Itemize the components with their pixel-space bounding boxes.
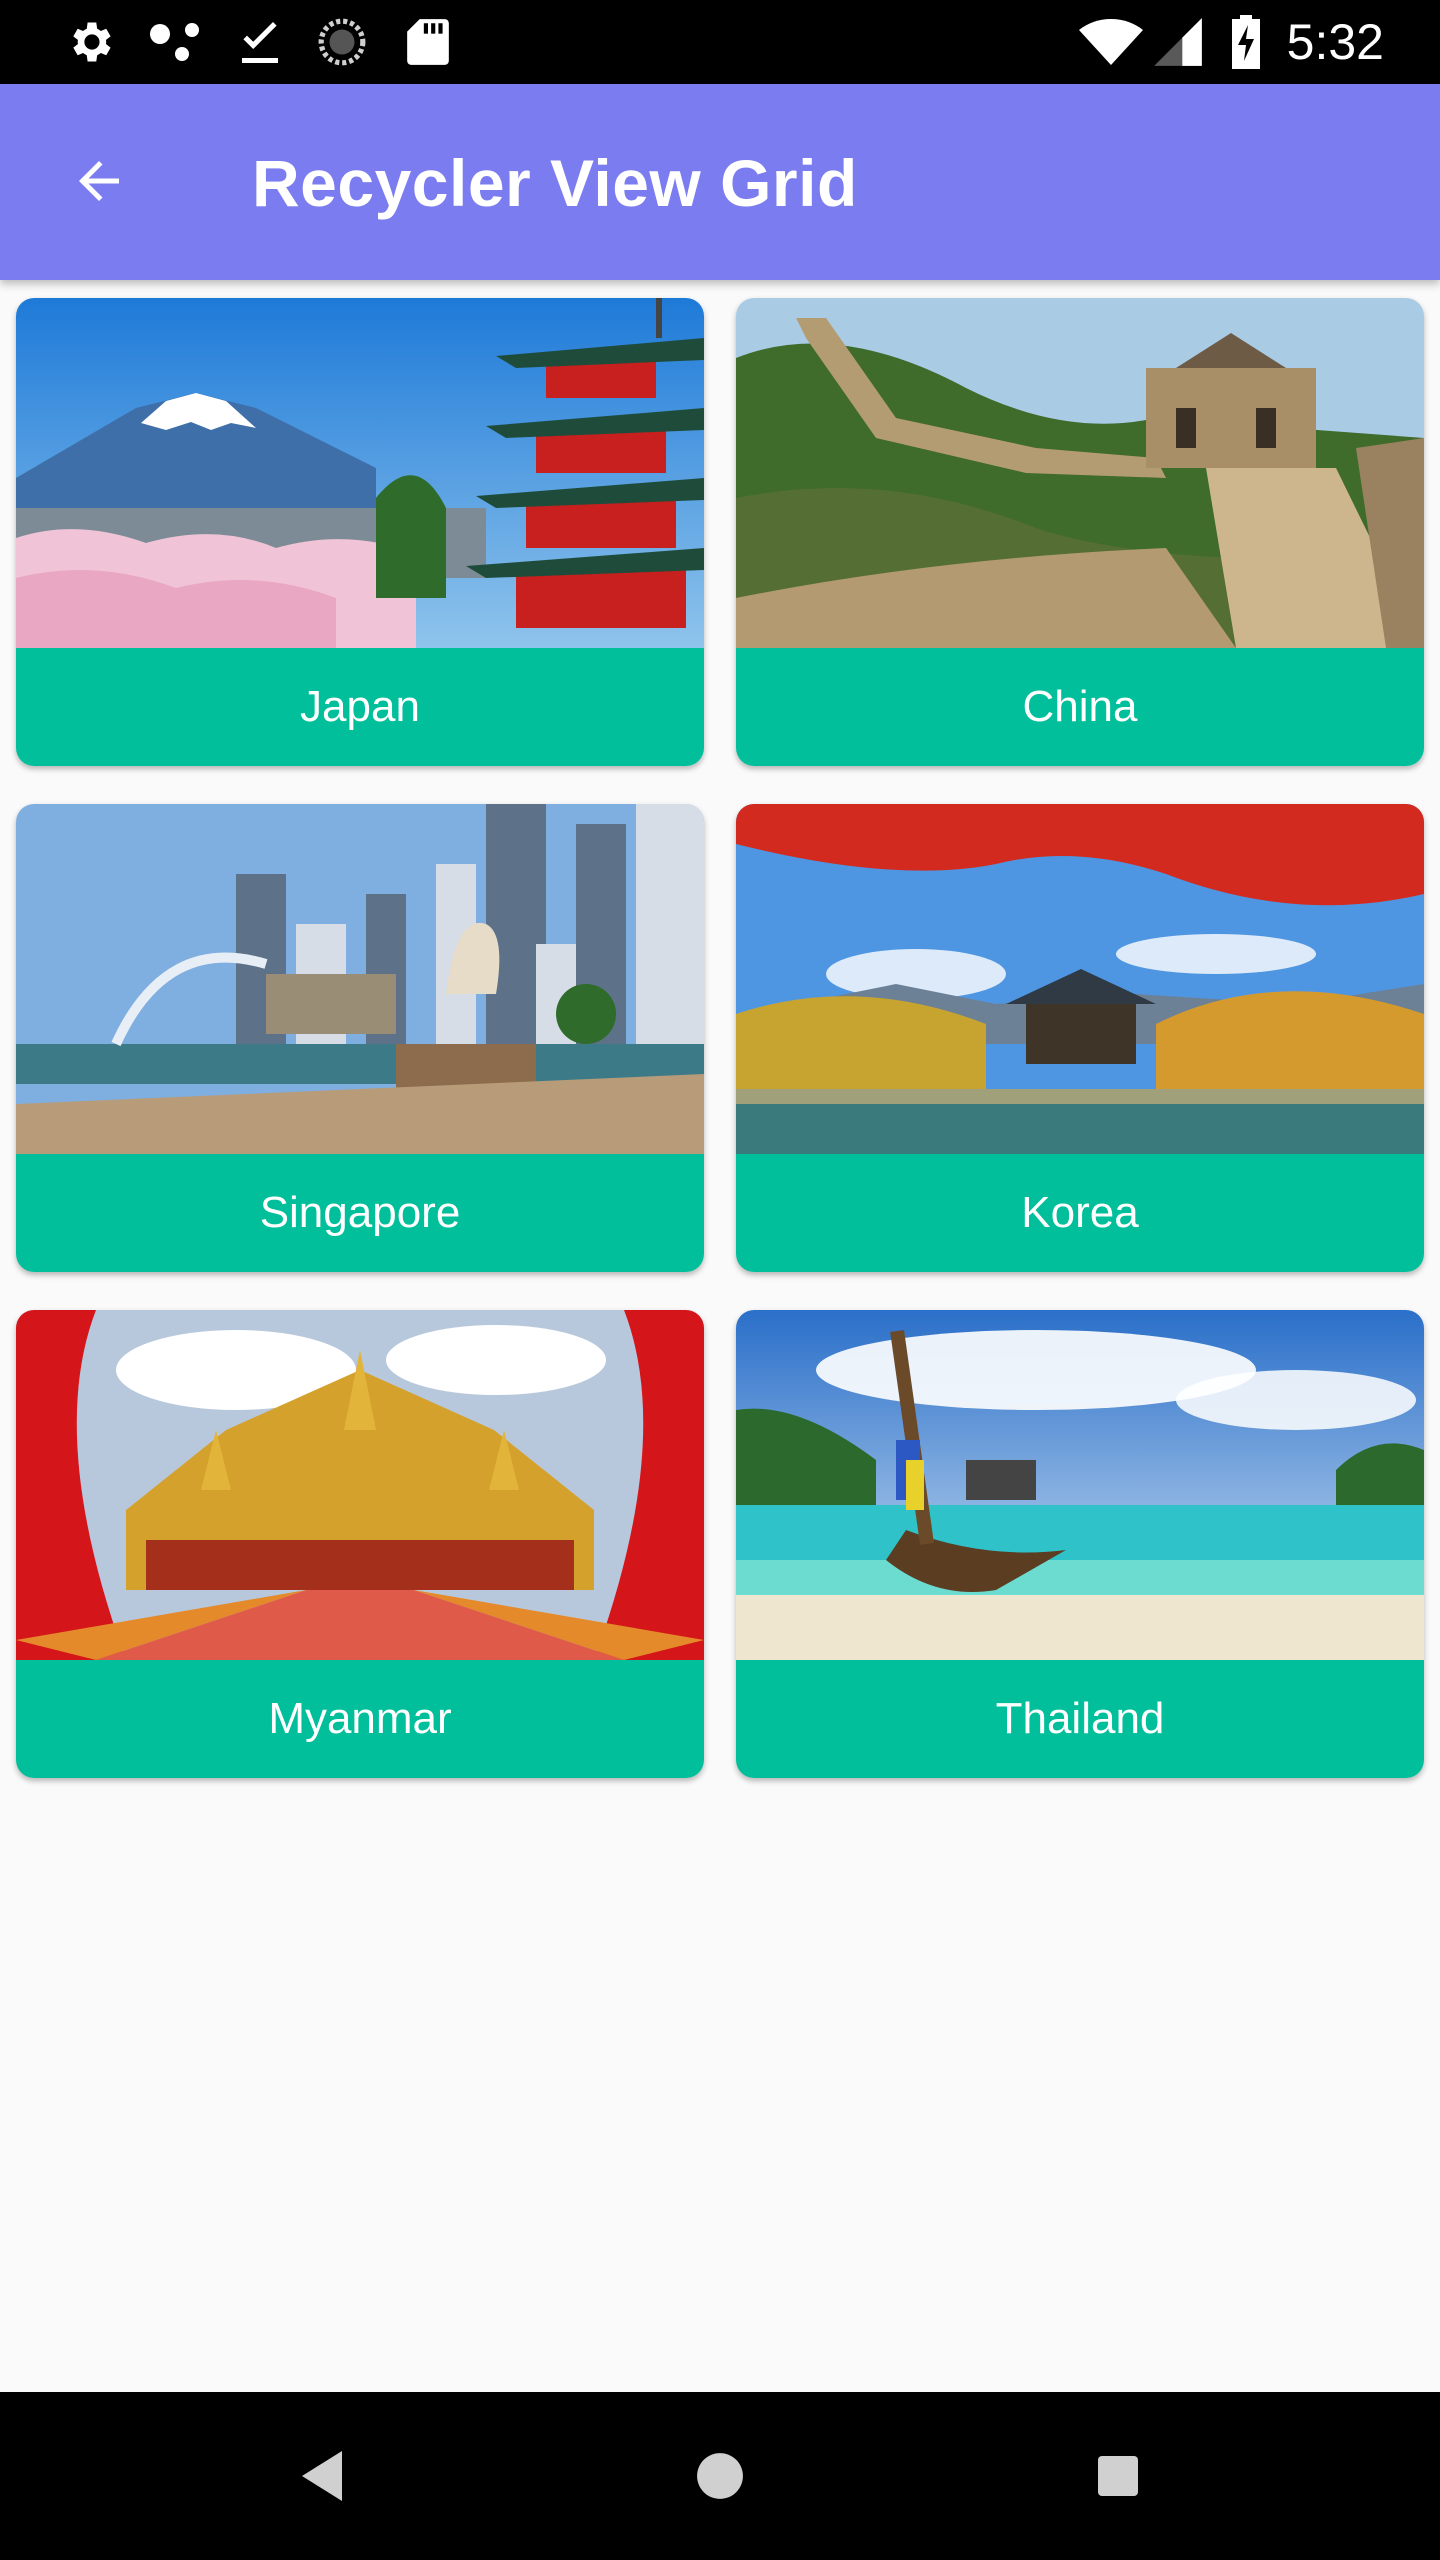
grid-card-korea[interactable]: Korea — [736, 804, 1424, 1272]
golden-palace-image — [16, 1310, 704, 1660]
nav-home-button[interactable] — [678, 2434, 762, 2518]
grid-card-thailand[interactable]: Thailand — [736, 1310, 1424, 1778]
sync-icon — [314, 16, 370, 68]
grid-card-label: Japan — [16, 648, 704, 766]
grid-card-label: Thailand — [736, 1660, 1424, 1778]
status-bar: 5:32 — [0, 0, 1440, 84]
grid-card-myanmar[interactable]: Myanmar — [16, 1310, 704, 1778]
grid-card-singapore[interactable]: Singapore — [16, 804, 704, 1272]
arrow-back-icon — [79, 161, 119, 201]
signal-icon — [1150, 16, 1206, 68]
nav-back-button[interactable] — [280, 2434, 364, 2518]
wifi-icon — [1078, 16, 1144, 68]
grid-card-label: Myanmar — [16, 1660, 704, 1778]
battery-charging-icon — [1226, 15, 1266, 69]
app-bar: Recycler View Grid — [0, 84, 1440, 280]
pavilion-autumn-image — [736, 804, 1424, 1154]
share-dots-icon — [146, 16, 206, 68]
great-wall-image — [736, 298, 1424, 648]
page-title: Recycler View Grid — [252, 146, 858, 220]
sd-card-icon — [400, 16, 456, 68]
grid-card-label: China — [736, 648, 1424, 766]
recents-square-icon — [1098, 2456, 1138, 2496]
grid-card-label: Singapore — [16, 1154, 704, 1272]
settings-icon — [62, 16, 118, 68]
merlion-skyline-image — [16, 804, 704, 1154]
longtail-boat-beach-image — [736, 1310, 1424, 1660]
nav-recents-button[interactable] — [1076, 2434, 1160, 2518]
back-triangle-icon — [302, 2451, 342, 2501]
system-nav-bar — [0, 2392, 1440, 2560]
status-time: 5:32 — [1286, 14, 1384, 70]
mount-fuji-pagoda-image — [16, 298, 704, 648]
home-circle-icon — [697, 2453, 743, 2499]
grid-card-japan[interactable]: Japan — [16, 298, 704, 766]
grid-card-label: Korea — [736, 1154, 1424, 1272]
back-button[interactable] — [56, 138, 142, 224]
download-done-icon — [232, 16, 288, 68]
grid-card-china[interactable]: China — [736, 298, 1424, 766]
